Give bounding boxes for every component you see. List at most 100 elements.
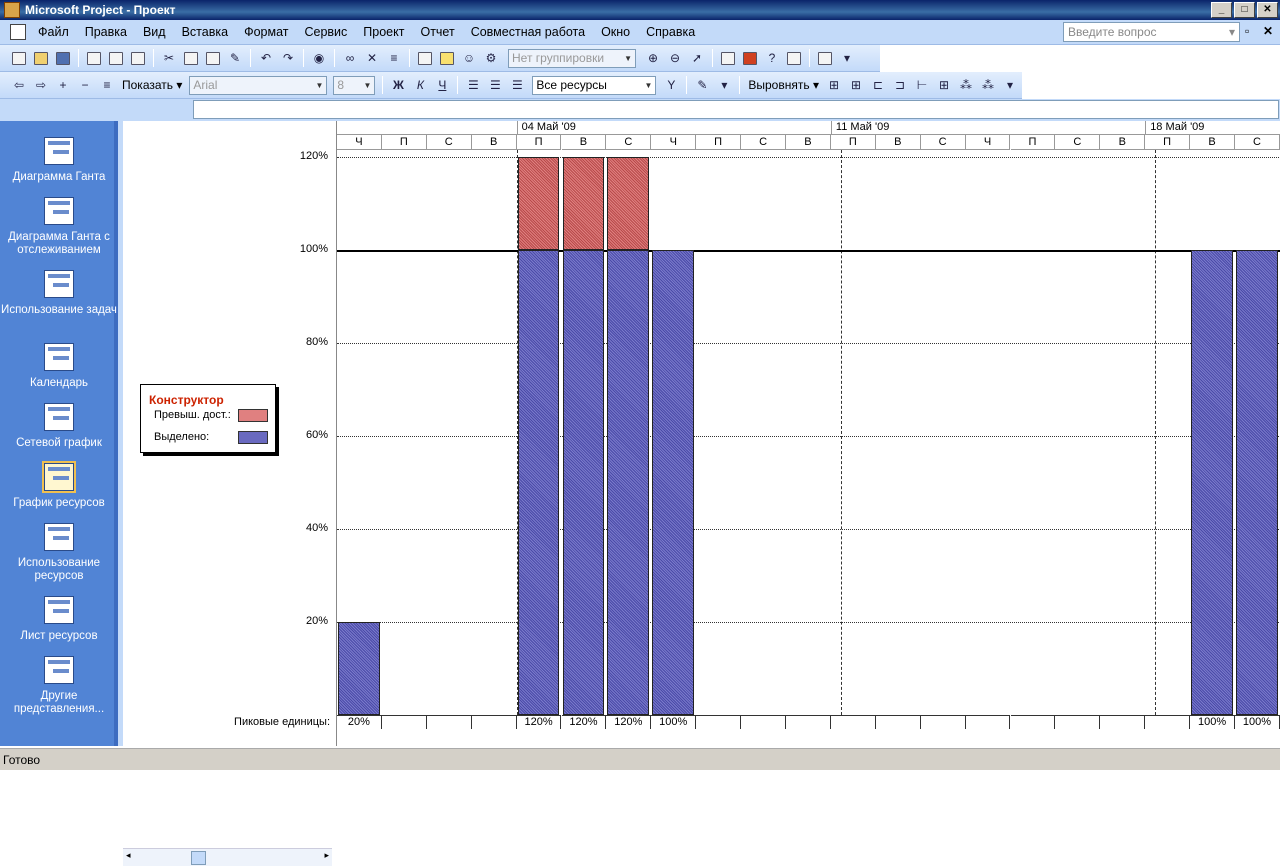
spelling-icon[interactable] <box>129 49 147 67</box>
align-left-icon[interactable]: ☰ <box>464 76 482 94</box>
view-more-views[interactable]: Другие представления... <box>0 656 118 716</box>
menu-project[interactable]: Проект <box>355 25 412 39</box>
align-center-icon[interactable]: ☰ <box>486 76 504 94</box>
y-tick-label: 20% <box>305 615 328 627</box>
save-icon[interactable] <box>54 49 72 67</box>
new-icon[interactable] <box>10 49 28 67</box>
close-button[interactable]: ✕ <box>1257 2 1278 18</box>
view-network-diagram[interactable]: Сетевой график <box>0 403 118 450</box>
level-menu[interactable]: Выровнять ▾ <box>744 78 823 92</box>
font-size-select[interactable]: 8 ▼ <box>333 75 376 95</box>
view-resource-sheet[interactable]: Лист ресурсов <box>0 596 118 643</box>
paste-icon[interactable] <box>204 49 222 67</box>
view-calendar[interactable]: Календарь <box>0 343 118 390</box>
copy-icon[interactable] <box>182 49 200 67</box>
minus-icon[interactable]: − <box>76 76 94 94</box>
scroll-right-icon[interactable]: ▸ <box>324 850 329 861</box>
task-drivers-icon[interactable]: ⊢ <box>913 76 931 94</box>
resource-management-icon[interactable]: ⊞ <box>847 76 865 94</box>
scroll-thumb[interactable] <box>191 851 206 865</box>
underline-button[interactable]: Ч <box>433 76 451 94</box>
unlink-tasks-icon[interactable]: ✕ <box>363 49 381 67</box>
view-tracking-gantt[interactable]: Диаграмма Ганта с отслеживанием <box>0 197 118 257</box>
scroll-left-icon[interactable]: ◂ <box>126 850 131 861</box>
task-notes-icon[interactable] <box>438 49 456 67</box>
gantt-wizard-icon[interactable]: ✎ <box>693 76 711 94</box>
minimize-button[interactable]: _ <box>1211 2 1232 18</box>
arrow-left-icon[interactable]: ⇦ <box>10 76 28 94</box>
options-icon[interactable] <box>816 49 834 67</box>
ask-question-input[interactable]: Введите вопрос ▾ <box>1063 22 1240 42</box>
toolbar-options-icon[interactable]: ▾ <box>838 49 856 67</box>
share-resources-icon[interactable]: ⁂ <box>957 76 975 94</box>
format-painter-icon[interactable]: ✎ <box>226 49 244 67</box>
previous-overallocation-icon[interactable]: ⊏ <box>869 76 887 94</box>
doc-restore-button[interactable]: ▫ <box>1245 24 1249 38</box>
menu-file[interactable]: Файл <box>30 25 77 39</box>
menu-edit[interactable]: Правка <box>77 25 135 39</box>
assign-icon[interactable]: ⊞ <box>935 76 953 94</box>
undo-icon[interactable]: ↶ <box>257 49 275 67</box>
menu-help[interactable]: Справка <box>638 25 703 39</box>
show-menu[interactable]: Показать ▾ <box>118 78 186 92</box>
week-gridline <box>1155 150 1157 715</box>
assign-resources-icon[interactable]: ☺ <box>460 49 478 67</box>
view-task-usage[interactable]: Использование задач <box>0 270 118 317</box>
view-resource-graph[interactable]: График ресурсов <box>0 461 118 510</box>
menu-insert[interactable]: Вставка <box>174 25 236 39</box>
filter-select[interactable]: Все ресурсы ▼ <box>532 75 657 95</box>
day-header: В <box>471 135 517 150</box>
redo-icon[interactable]: ↷ <box>279 49 297 67</box>
grouping-value: Нет группировки <box>512 51 605 65</box>
menu-window[interactable]: Окно <box>593 25 638 39</box>
print-icon[interactable] <box>85 49 103 67</box>
resource-allocation-icon[interactable]: ⊞ <box>825 76 843 94</box>
grouping-select[interactable]: Нет группировки ▼ <box>508 48 636 68</box>
doc-close-button[interactable]: ✕ <box>1263 24 1273 38</box>
menu-report[interactable]: Отчет <box>412 25 462 39</box>
hyperlink-icon[interactable]: ◉ <box>310 49 328 67</box>
publish-icon[interactable]: ⚙ <box>482 49 500 67</box>
arrow-right-icon[interactable]: ⇨ <box>32 76 50 94</box>
outline-icon[interactable]: ≡ <box>98 76 116 94</box>
chevron-down-icon: ▼ <box>624 53 632 63</box>
peak-unit-cell: 120% <box>606 715 652 729</box>
zoom-in-icon[interactable]: ⊕ <box>644 49 662 67</box>
copy-picture-icon[interactable] <box>719 49 737 67</box>
view-resource-usage[interactable]: Использование ресурсов <box>0 523 118 583</box>
maximize-button[interactable]: □ <box>1234 2 1255 18</box>
open-icon[interactable] <box>32 49 50 67</box>
link-tasks-icon[interactable]: ∞ <box>341 49 359 67</box>
goto-task-icon[interactable]: ➚ <box>688 49 706 67</box>
zoom-out-icon[interactable]: ⊖ <box>666 49 684 67</box>
toolbar-options-icon[interactable]: ▾ <box>715 76 733 94</box>
menu-format[interactable]: Формат <box>236 25 296 39</box>
cut-icon[interactable]: ✂ <box>160 49 178 67</box>
document-icon[interactable] <box>10 24 26 40</box>
menu-tools[interactable]: Сервис <box>296 25 355 39</box>
research-icon[interactable] <box>785 49 803 67</box>
italic-button[interactable]: К <box>411 76 429 94</box>
microsoft-icon[interactable] <box>741 49 759 67</box>
left-horizontal-scrollbar[interactable]: ◂ ▸ <box>123 848 332 866</box>
calendar-icon <box>44 343 74 371</box>
autofilter-icon[interactable]: Y <box>662 76 680 94</box>
next-overallocation-icon[interactable]: ⊐ <box>891 76 909 94</box>
entry-field[interactable] <box>193 100 1279 119</box>
print-preview-icon[interactable] <box>107 49 125 67</box>
substitute-icon[interactable]: ⁂ <box>979 76 997 94</box>
plus-icon[interactable]: + <box>54 76 72 94</box>
menu-collaborate[interactable]: Совместная работа <box>463 25 593 39</box>
menu-view[interactable]: Вид <box>135 25 174 39</box>
help-icon[interactable]: ? <box>763 49 781 67</box>
task-information-icon[interactable] <box>416 49 434 67</box>
view-gantt[interactable]: Диаграмма Ганта <box>0 137 118 184</box>
level-label: Выровнять <box>748 78 810 92</box>
bold-button[interactable]: Ж <box>389 76 407 94</box>
align-right-icon[interactable]: ☰ <box>508 76 526 94</box>
toolbar-options-icon[interactable]: ▾ <box>1001 76 1019 94</box>
split-task-icon[interactable]: ≡ <box>385 49 403 67</box>
resource-usage-icon <box>44 523 74 551</box>
font-select[interactable]: Arial ▼ <box>189 75 328 95</box>
overallocated-bar <box>607 157 650 250</box>
